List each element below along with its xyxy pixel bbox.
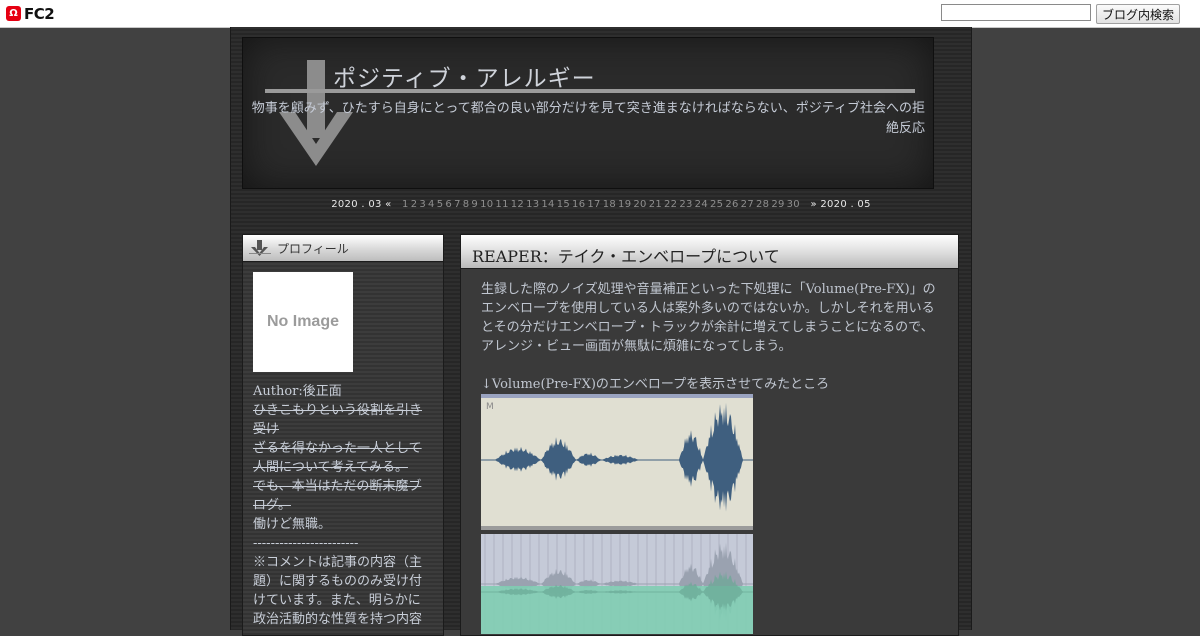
calendar-day: 3 [419,199,427,210]
profile-strike-1: ひきこもりという役割を引き受け [253,403,423,437]
blog-search-button[interactable]: ブログ内検索 [1096,4,1181,24]
calendar-day: 16 [572,199,586,210]
sidebar-profile: プロフィール No Image Author:後正面 ひきこもりという役割を引き… [242,234,444,636]
title-divider [265,89,915,93]
calendar-day: 27 [740,199,754,210]
fc2-logo-text: FC2 [24,4,55,23]
calendar-day: 22 [664,199,678,210]
track-marker: M [486,402,494,412]
calendar-day: 28 [755,199,770,210]
calendar-day: 12 [510,199,525,210]
calendar-next-month[interactable]: » 2020 . 05 [810,199,870,210]
calendar-day: 1 [402,199,409,210]
calendar-prev-month[interactable]: 2020 . 03 « [331,199,391,210]
sidebar-header: プロフィール [243,235,443,262]
calendar-day: 20 [633,199,647,210]
profile-divider: ------------------------ [253,536,359,551]
calendar-day: 24 [694,199,708,210]
waveform-track: M [481,394,753,530]
reaper-screenshot: M [481,394,753,634]
profile-avatar: No Image [253,272,353,372]
profile-work: 働けど無職。 [253,517,332,532]
calendar-day: 9 [471,199,479,210]
article-header: REAPER：テイク・エンベロープについて [461,235,958,269]
fc2-topbar: Ω FC2 ブログ内検索 [0,0,1200,28]
envelope-track [481,534,753,634]
sidebar-title: プロフィール [277,242,349,256]
fc2-logo[interactable]: Ω FC2 [6,4,55,23]
profile-author: Author:後正面 [253,384,342,399]
calendar-day: 6 [445,199,453,210]
calendar-day: 29 [771,199,785,210]
profile-strike-3: でも、本当はただの断末魔ブログ。 [253,479,422,513]
blog-title[interactable]: ポジティブ・アレルギー [333,59,596,93]
calendar-day: 26 [725,199,739,210]
calendar-day: 23 [679,199,693,210]
calendar-day: 17 [587,199,601,210]
calendar-day: 7 [454,199,461,210]
page-column: ポジティブ・アレルギー 物事を顧みず、ひたすら自身にとって都合の良い部分だけを見… [230,27,972,636]
calendar-day: 21 [648,199,663,210]
calendar-day: 2 [410,199,418,210]
profile-comment-note: ※コメントは記事の内容（主題）に関するもののみ受け付けています。また、明らかに政… [253,555,423,627]
article: REAPER：テイク・エンベロープについて 生録した際のノイズ処理や音量補正とい… [460,234,959,636]
calendar-day: 14 [541,199,555,210]
article-title[interactable]: REAPER：テイク・エンベロープについて [472,243,780,267]
calendar-strip: 2020 . 03 « 1 2 3 4 5 6 7 8 9 10 11 12 13 14 15 16 17 18 1… [231,199,971,210]
article-caption: ↓Volume(Pre-FX)のエンベロープを表示させてみたところ [481,377,830,392]
calendar-days: 1 2 3 4 5 6 7 8 9 10 11 12 13 14 15 16 17 18 19 20 21 22 23 24 2… [401,199,801,210]
blog-search-input[interactable] [941,4,1091,21]
calendar-day: 13 [526,199,540,210]
calendar-day: 15 [556,199,571,210]
article-body: 生録した際のノイズ処理や音量補正といった下処理に「Volume(Pre-FX)」… [481,280,941,394]
profile-text: Author:後正面 ひきこもりという役割を引き受け ざるを得なかった一人として… [253,382,425,629]
calendar-day: 11 [495,199,509,210]
calendar-day: 30 [786,199,800,210]
profile-strike-2: ざるを得なかった一人として人間について考えてみる。 [253,441,422,475]
calendar-day: 4 [428,199,435,210]
blog-description: 物事を顧みず、ひたすら自身にとって都合の良い部分だけを見て突き進まなければならな… [251,101,925,136]
blog-header: ポジティブ・アレルギー 物事を顧みず、ひたすら自身にとって都合の良い部分だけを見… [242,37,934,189]
calendar-day: 25 [710,199,724,210]
calendar-day: 18 [602,199,617,210]
down-arrow-small-icon [249,240,271,256]
calendar-day: 5 [436,199,444,210]
fc2-logo-icon: Ω [6,6,21,21]
calendar-day: 8 [462,199,470,210]
article-paragraph: 生録した際のノイズ処理や音量補正といった下処理に「Volume(Pre-FX)」… [481,282,936,354]
calendar-day: 19 [618,199,632,210]
calendar-day: 10 [480,199,494,210]
